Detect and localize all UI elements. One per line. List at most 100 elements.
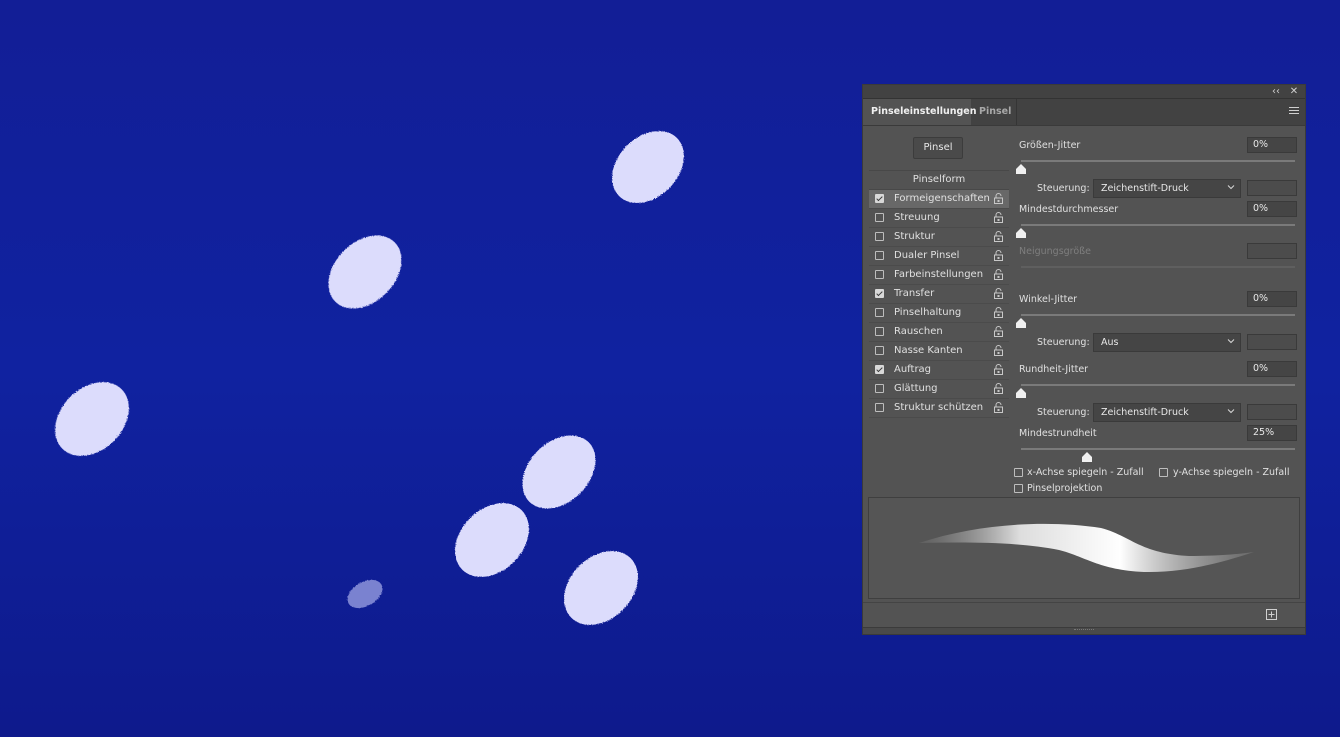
angle-jitter-slider-thumb[interactable] — [1016, 318, 1026, 328]
flip-x-checkbox[interactable] — [1014, 468, 1023, 477]
brush-option-checkbox[interactable] — [875, 327, 884, 336]
roundness-control-label: Steuerung: — [1037, 407, 1090, 418]
brush-projection-checkbox[interactable] — [1014, 484, 1023, 493]
brush-option-checkbox[interactable] — [875, 289, 884, 298]
brush-option-checkbox[interactable] — [875, 346, 884, 355]
angle-jitter-input[interactable]: 0% — [1247, 291, 1297, 307]
min-diameter-label: Mindestdurchmesser — [1019, 204, 1119, 215]
brush-dab — [328, 235, 402, 309]
tab-brush-settings[interactable]: Pinseleinstellungen — [863, 99, 976, 125]
brush-option-label: Struktur — [894, 231, 935, 242]
angle-jitter-slider[interactable] — [1021, 314, 1295, 316]
lock-icon[interactable] — [994, 307, 1003, 318]
brush-option-checkbox[interactable] — [875, 232, 884, 241]
brush-option-label: Streuung — [894, 212, 940, 223]
roundness-jitter-label: Rundheit-Jitter — [1019, 364, 1089, 375]
brush-option-label: Dualer Pinsel — [894, 250, 960, 261]
brush-option-checkbox[interactable] — [875, 308, 884, 317]
brush-dab — [612, 131, 684, 203]
min-roundness-input[interactable]: 25% — [1247, 425, 1297, 441]
chevron-down-icon — [1227, 185, 1235, 190]
brush-option-item[interactable]: Glättung — [869, 380, 1009, 399]
brush-dab — [347, 579, 383, 609]
brush-option-label: Struktur schützen — [894, 402, 984, 413]
brush-option-label: Glättung — [894, 383, 938, 394]
lock-icon[interactable] — [994, 364, 1003, 375]
collapse-panel-button[interactable]: ‹‹ — [1269, 85, 1283, 98]
lock-icon[interactable] — [994, 250, 1003, 261]
size-jitter-label: Größen-Jitter — [1019, 140, 1081, 151]
brush-option-checkbox[interactable] — [875, 213, 884, 222]
brush-option-checkbox[interactable] — [875, 365, 884, 374]
size-control-value: Zeichenstift-Druck — [1101, 183, 1189, 194]
flip-y-label[interactable]: y-Achse spiegeln - Zufall — [1173, 467, 1290, 478]
min-diameter-slider[interactable] — [1021, 224, 1295, 226]
panel-footer — [863, 602, 1305, 629]
tilt-scale-input — [1247, 243, 1297, 259]
flip-x-label[interactable]: x-Achse spiegeln - Zufall — [1027, 467, 1144, 478]
lock-icon[interactable] — [994, 269, 1003, 280]
min-roundness-slider-thumb[interactable] — [1082, 452, 1092, 462]
lock-icon[interactable] — [994, 402, 1003, 413]
brush-projection-label[interactable]: Pinselprojektion — [1027, 483, 1102, 494]
panel-menu-icon[interactable] — [1289, 107, 1299, 116]
brush-option-label: Nasse Kanten — [894, 345, 963, 356]
brush-option-item[interactable]: Struktur schützen — [869, 399, 1009, 418]
brush-option-item[interactable]: Nasse Kanten — [869, 342, 1009, 361]
roundness-jitter-slider[interactable] — [1021, 384, 1295, 386]
lock-icon[interactable] — [994, 212, 1003, 223]
roundness-jitter-slider-thumb[interactable] — [1016, 388, 1026, 398]
brush-option-checkbox[interactable] — [875, 251, 884, 260]
stroke-preview-image — [919, 523, 1254, 573]
brush-option-item[interactable]: Struktur — [869, 228, 1009, 247]
brush-dab — [564, 551, 638, 625]
brush-option-item[interactable]: Pinselhaltung — [869, 304, 1009, 323]
close-panel-button[interactable]: ✕ — [1287, 85, 1301, 98]
size-jitter-slider-thumb[interactable] — [1016, 164, 1026, 174]
brush-option-item[interactable]: Transfer — [869, 285, 1009, 304]
roundness-jitter-input[interactable]: 0% — [1247, 361, 1297, 377]
min-diameter-slider-thumb[interactable] — [1016, 228, 1026, 238]
lock-icon[interactable] — [994, 231, 1003, 242]
size-control-label: Steuerung: — [1037, 183, 1090, 194]
roundness-control-fade-input — [1247, 404, 1297, 420]
brush-option-checkbox[interactable] — [875, 384, 884, 393]
angle-jitter-label: Winkel-Jitter — [1019, 294, 1078, 305]
angle-control-select[interactable]: Aus — [1093, 333, 1241, 352]
lock-icon[interactable] — [994, 326, 1003, 337]
lock-icon[interactable] — [994, 288, 1003, 299]
size-jitter-input[interactable]: 0% — [1247, 137, 1297, 153]
brush-option-checkbox[interactable] — [875, 270, 884, 279]
min-diameter-input[interactable]: 0% — [1247, 201, 1297, 217]
min-roundness-slider[interactable] — [1021, 448, 1295, 450]
brush-option-item[interactable]: Formeigenschaften — [869, 190, 1009, 209]
brush-presets-button[interactable]: Pinsel — [913, 137, 963, 159]
chevron-down-icon — [1227, 339, 1235, 344]
size-control-select[interactable]: Zeichenstift-Druck — [1093, 179, 1241, 198]
brush-option-checkbox[interactable] — [875, 403, 884, 412]
brush-option-item[interactable]: Auftrag — [869, 361, 1009, 380]
size-jitter-slider[interactable] — [1021, 160, 1295, 162]
brush-option-item[interactable]: Dualer Pinsel — [869, 247, 1009, 266]
lock-icon[interactable] — [994, 193, 1003, 204]
brush-tip-shape-header[interactable]: Pinselform — [869, 170, 1009, 190]
panel-tabs: Pinseleinstellungen Pinsel — [863, 99, 1305, 126]
brush-option-checkbox[interactable] — [875, 194, 884, 203]
flip-y-checkbox[interactable] — [1159, 468, 1168, 477]
min-roundness-label: Mindestrundheit — [1019, 428, 1097, 439]
brush-option-label: Transfer — [894, 288, 935, 299]
brush-option-item[interactable]: Rauschen — [869, 323, 1009, 342]
brush-option-label: Rauschen — [894, 326, 943, 337]
brush-option-label: Auftrag — [894, 364, 932, 375]
brush-dab — [522, 435, 596, 509]
lock-icon[interactable] — [994, 383, 1003, 394]
size-control-fade-input — [1247, 180, 1297, 196]
brush-option-item[interactable]: Farbeinstellungen — [869, 266, 1009, 285]
tilt-scale-slider — [1021, 266, 1295, 268]
brush-option-item[interactable]: Streuung — [869, 209, 1009, 228]
panel-resize-grip[interactable] — [863, 627, 1305, 634]
new-brush-icon[interactable] — [1266, 609, 1277, 620]
tab-brushes[interactable]: Pinsel — [971, 99, 1017, 125]
roundness-control-select[interactable]: Zeichenstift-Druck — [1093, 403, 1241, 422]
lock-icon[interactable] — [994, 345, 1003, 356]
